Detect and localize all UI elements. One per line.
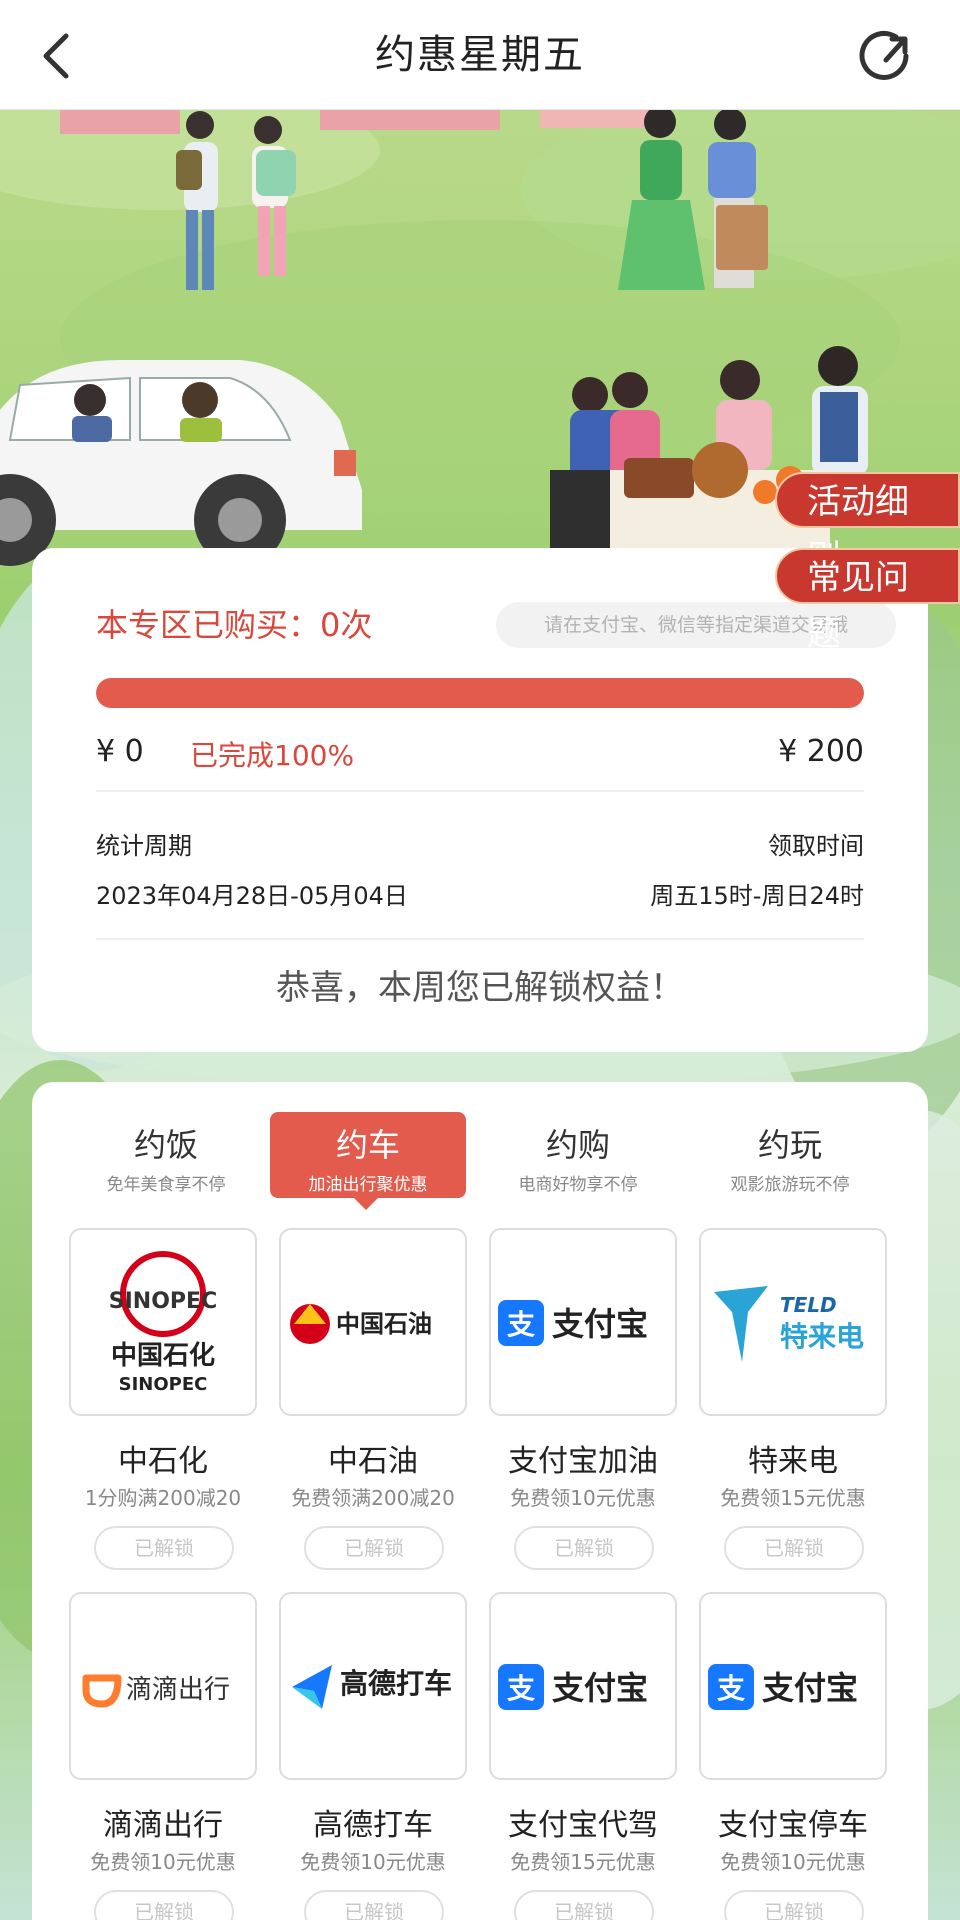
merchant-name: 支付宝加油 <box>508 1444 658 1479</box>
unlocked-button[interactable]: 已解锁 <box>724 1526 864 1570</box>
unlocked-button[interactable]: 已解锁 <box>514 1890 654 1920</box>
tab-dining[interactable]: 约饭 免年美食享不停 <box>68 1112 264 1198</box>
svg-text:支: 支 <box>507 1308 535 1341</box>
progress-bar <box>96 678 864 708</box>
merchant-offer: 免费领10元优惠 <box>300 1850 446 1874</box>
alipay-logo-text: 支付宝 <box>552 1669 648 1707</box>
claim-time-label: 领取时间 <box>768 832 864 860</box>
alipay-logo-text: 支付宝 <box>552 1305 648 1343</box>
tab-subtitle: 加油出行聚优惠 <box>308 1175 428 1195</box>
top-nav-bar: 约惠星期五 <box>0 0 960 110</box>
purchase-count-text: 本专区已购买：0次 <box>96 606 373 644</box>
merchant-tile-alipay-driver[interactable]: 支 支付宝 <box>489 1592 677 1780</box>
petrochina-logo-text: 中国石油 <box>336 1310 432 1338</box>
merchant-tile-sinopec[interactable]: SINOPEC 中国石化 SINOPEC <box>69 1228 257 1416</box>
teld-logo-icon: TELD 特来电 <box>714 1286 864 1362</box>
didi-logo-icon: 滴滴出行 <box>82 1674 230 1708</box>
merchant-offer: 免费领满200减20 <box>291 1486 455 1510</box>
tab-label: 约玩 <box>757 1126 822 1164</box>
tab-entertainment[interactable]: 约玩 观影旅游玩不停 <box>692 1112 888 1198</box>
merchant-tile-petrochina[interactable]: 中国石油 <box>279 1228 467 1416</box>
period-label: 统计周期 <box>96 832 192 860</box>
amount-start: ¥ 0 <box>96 734 144 769</box>
merchant-offer: 免费领10元优惠 <box>90 1850 236 1874</box>
claim-time-value: 周五15时-周日24时 <box>650 882 864 910</box>
alipay-logo-icon: 支 支付宝 <box>498 1300 648 1346</box>
activity-rules-button[interactable]: 活动细则 <box>775 472 960 578</box>
tab-subtitle: 免年美食享不停 <box>106 1175 226 1195</box>
sinopec-logo-icon: SINOPEC 中国石化 SINOPEC <box>109 1251 217 1395</box>
unlocked-button[interactable]: 已解锁 <box>304 1890 444 1920</box>
unlocked-button[interactable]: 已解锁 <box>724 1890 864 1920</box>
tab-subtitle: 电商好物享不停 <box>518 1175 638 1195</box>
tab-shopping[interactable]: 约购 电商好物享不停 <box>480 1112 676 1198</box>
unlocked-button[interactable]: 已解锁 <box>304 1526 444 1570</box>
svg-text:支: 支 <box>717 1672 745 1705</box>
tab-label: 约饭 <box>133 1126 198 1164</box>
merchant-offer: 免费领15元优惠 <box>510 1850 656 1874</box>
merchant-tile-amap-taxi[interactable]: 高德打车 <box>279 1592 467 1780</box>
active-tab-pointer <box>354 1198 378 1210</box>
sinopec-logo-mark: SINOPEC <box>109 1289 217 1314</box>
merchant-name: 支付宝代驾 <box>508 1808 658 1843</box>
merchant-name: 滴滴出行 <box>103 1808 223 1843</box>
teld-logo-sub: TELD <box>780 1293 837 1317</box>
tab-label: 约车 <box>335 1126 400 1164</box>
merchant-tile-alipay-parking[interactable]: 支 支付宝 <box>699 1592 887 1780</box>
unlock-congrats-text: 恭喜，本周您已解锁权益！ <box>276 968 684 1008</box>
merchant-tile-teld[interactable]: TELD 特来电 <box>699 1228 887 1416</box>
teld-logo-text: 特来电 <box>780 1320 864 1353</box>
sinopec-logo-sub: SINOPEC <box>119 1374 208 1395</box>
faq-button[interactable]: 常见问题 <box>775 548 960 654</box>
merchant-tile-didi[interactable]: 滴滴出行 <box>69 1592 257 1780</box>
tab-subtitle: 观影旅游玩不停 <box>730 1175 850 1195</box>
merchant-name: 中石化 <box>118 1444 208 1479</box>
progress-bar-fill <box>96 678 864 708</box>
benefits-card: 约饭 免年美食享不停 约车 加油出行聚优惠 约购 电商好物享不停 约玩 观影旅游… <box>32 1082 928 1920</box>
divider <box>96 790 864 792</box>
alipay-logo-icon: 支 支付宝 <box>708 1664 858 1710</box>
amap-logo-text: 高德打车 <box>340 1667 452 1700</box>
merchant-offer: 免费领10元优惠 <box>720 1850 866 1874</box>
alipay-logo-text: 支付宝 <box>762 1669 858 1707</box>
didi-logo-text: 滴滴出行 <box>126 1675 230 1705</box>
merchant-offer: 1分购满200减20 <box>84 1486 242 1510</box>
merchant-tile-alipay-fuel[interactable]: 支 支付宝 <box>489 1228 677 1416</box>
divider <box>96 938 864 940</box>
share-icon[interactable] <box>858 26 918 86</box>
amount-target: ¥ 200 <box>778 734 864 769</box>
svg-text:支: 支 <box>507 1672 535 1705</box>
period-value: 2023年04月28日-05月04日 <box>96 882 408 910</box>
merchant-name: 支付宝停车 <box>718 1808 868 1843</box>
alipay-logo-icon: 支 支付宝 <box>498 1664 648 1710</box>
tab-ride[interactable]: 约车 加油出行聚优惠 <box>270 1112 466 1198</box>
page-title: 约惠星期五 <box>375 32 585 78</box>
merchant-name: 中石油 <box>328 1444 418 1479</box>
completion-text: 已完成100% <box>190 739 355 772</box>
merchant-name: 高德打车 <box>313 1808 433 1843</box>
merchant-name: 特来电 <box>748 1444 838 1479</box>
unlocked-button[interactable]: 已解锁 <box>94 1526 234 1570</box>
tab-label: 约购 <box>545 1126 610 1164</box>
unlocked-button[interactable]: 已解锁 <box>94 1890 234 1920</box>
purchase-stats-card: 本专区已购买：0次 请在支付宝、微信等指定渠道交易哦 ¥ 0 已完成100% ¥… <box>32 548 928 1052</box>
merchant-offer: 免费领15元优惠 <box>720 1486 866 1510</box>
petrochina-logo-icon: 中国石油 <box>290 1304 432 1344</box>
sinopec-logo-text: 中国石化 <box>111 1341 215 1371</box>
unlocked-button[interactable]: 已解锁 <box>514 1526 654 1570</box>
merchant-offer: 免费领10元优惠 <box>510 1486 656 1510</box>
amap-logo-icon: 高德打车 <box>292 1665 452 1709</box>
